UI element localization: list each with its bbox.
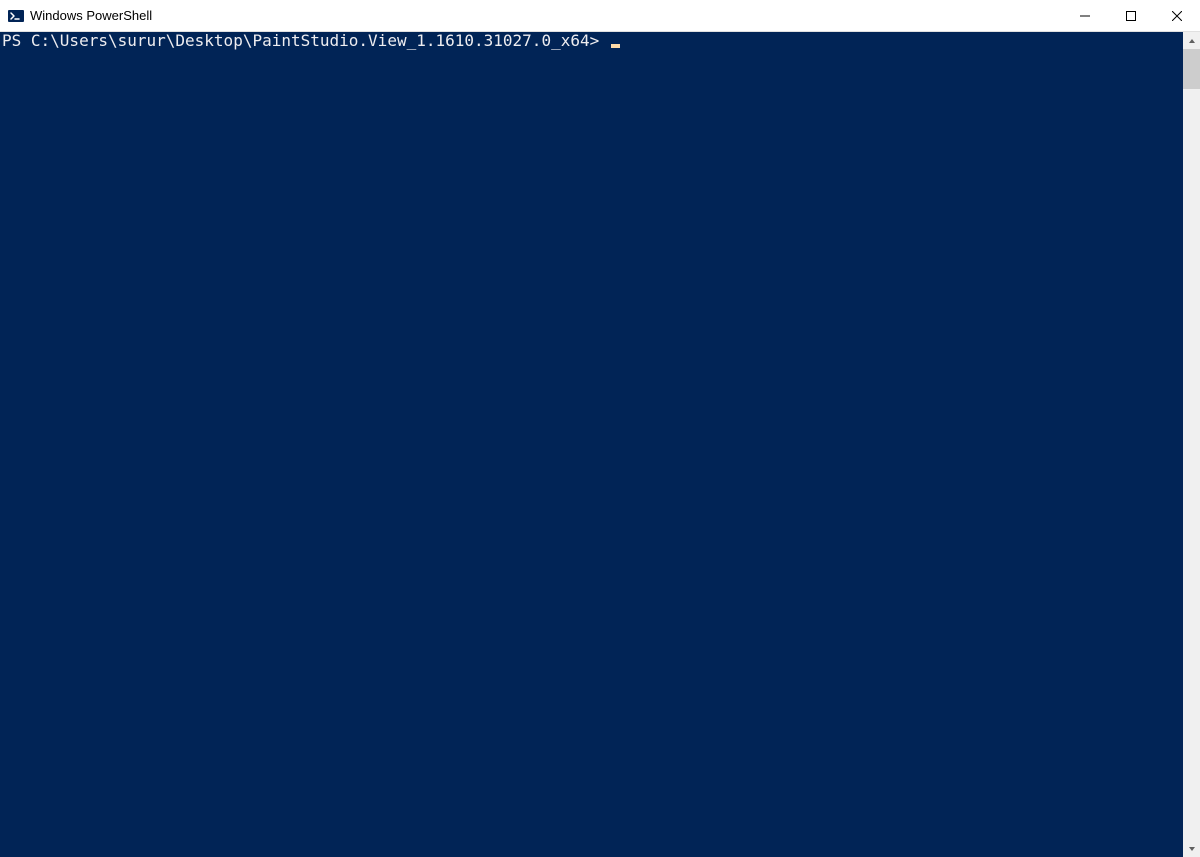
window-controls: [1062, 0, 1200, 31]
scroll-track[interactable]: [1183, 49, 1200, 840]
close-button[interactable]: [1154, 0, 1200, 31]
client-area: PS C:\Users\surur\Desktop\PaintStudio.Vi…: [0, 32, 1200, 857]
cursor-icon: [611, 44, 620, 48]
window-title: Windows PowerShell: [30, 8, 1062, 23]
titlebar[interactable]: Windows PowerShell: [0, 0, 1200, 32]
minimize-button[interactable]: [1062, 0, 1108, 31]
scroll-down-button[interactable]: [1183, 840, 1200, 857]
terminal-viewport[interactable]: PS C:\Users\surur\Desktop\PaintStudio.Vi…: [0, 32, 1183, 857]
vertical-scrollbar[interactable]: [1183, 32, 1200, 857]
maximize-button[interactable]: [1108, 0, 1154, 31]
scroll-thumb[interactable]: [1183, 49, 1200, 89]
prompt-text: PS C:\Users\surur\Desktop\PaintStudio.Vi…: [2, 32, 609, 50]
powershell-icon: [8, 8, 24, 24]
scroll-up-button[interactable]: [1183, 32, 1200, 49]
